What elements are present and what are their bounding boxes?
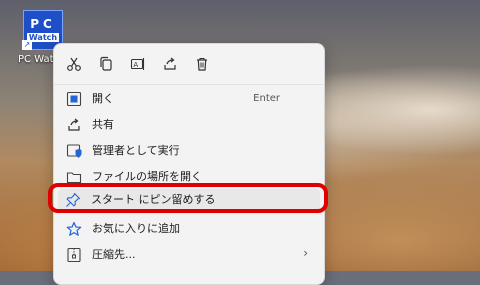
rename-button[interactable]: A	[126, 52, 150, 76]
menu-item-run-as-admin[interactable]: 管理者として実行	[58, 138, 320, 164]
menu-item-shortcut: Enter	[253, 93, 280, 104]
context-menu-quickbar: A	[54, 44, 324, 84]
menu-item-compress-to[interactable]: 圧縮先... ›	[58, 242, 320, 268]
open-icon	[66, 91, 82, 107]
menu-item-label: お気に入りに追加	[92, 222, 180, 235]
share-icon	[164, 57, 176, 70]
delete-button[interactable]	[190, 52, 214, 76]
star-icon	[66, 221, 82, 236]
menu-item-label: 開く	[92, 92, 114, 105]
quickbar-divider	[54, 84, 324, 85]
rename-icon: A	[130, 58, 145, 70]
shortcut-arrow-icon: ↗	[22, 40, 32, 50]
menu-item-share[interactable]: 共有	[58, 112, 320, 138]
shield-icon	[66, 144, 82, 158]
menu-item-add-to-favorites[interactable]: お気に入りに追加	[58, 216, 320, 242]
context-menu: A 開く Enter 共有 管理者として実行 ファイルの場所を開く お気に入りに…	[53, 43, 325, 285]
menu-item-label: 圧縮先...	[92, 248, 136, 261]
cut-button[interactable]	[62, 52, 86, 76]
logo-text-pc: PC	[30, 17, 56, 31]
share-icon	[68, 118, 80, 131]
share-quick-button[interactable]	[158, 52, 182, 76]
menu-item-label: 共有	[92, 118, 114, 131]
zip-icon	[67, 247, 81, 263]
svg-text:A: A	[133, 61, 138, 69]
chevron-right-icon: ›	[303, 246, 308, 260]
cut-icon	[67, 57, 81, 71]
red-highlight-annotation	[48, 183, 328, 213]
menu-item-open[interactable]: 開く Enter	[58, 86, 320, 112]
delete-icon	[197, 57, 207, 71]
copy-icon	[100, 56, 112, 71]
menu-item-label: 管理者として実行	[92, 144, 180, 157]
copy-button[interactable]	[94, 52, 118, 76]
